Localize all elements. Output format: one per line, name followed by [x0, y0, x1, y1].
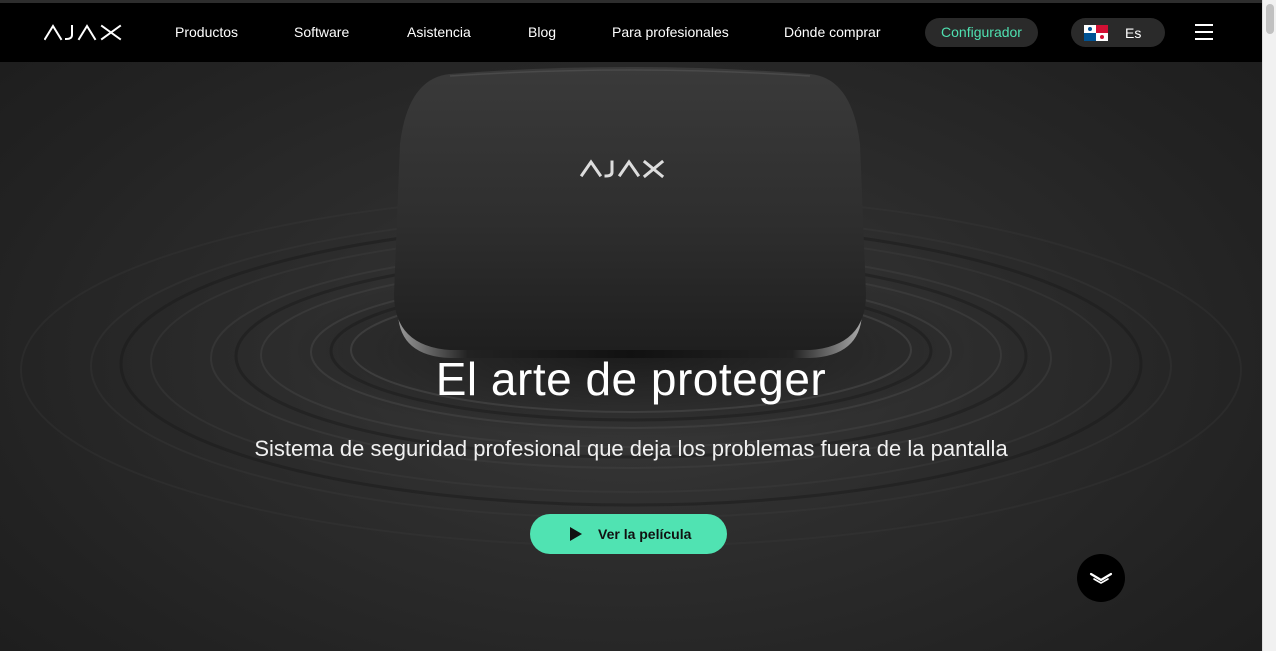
nav-item-blog[interactable]: Blog [528, 24, 556, 40]
vertical-scrollbar[interactable] [1262, 0, 1276, 651]
hero-title: El arte de proteger [435, 353, 827, 405]
scroll-down-button[interactable] [1077, 554, 1125, 602]
nav-item-productos[interactable]: Productos [175, 24, 238, 40]
page-viewport: Productos Software Asistencia Blog Para … [0, 0, 1262, 651]
navbar-top-border [0, 0, 1262, 3]
hub-device-image [394, 67, 866, 358]
chevron-down-icon [1089, 572, 1113, 584]
play-icon [570, 527, 582, 541]
configurator-button[interactable]: Configurador [925, 18, 1038, 47]
watch-film-label: Ver la película [598, 526, 692, 542]
ajax-logo[interactable] [44, 22, 122, 42]
panama-flag-icon [1084, 25, 1108, 41]
nav-item-software[interactable]: Software [294, 24, 349, 40]
scrollbar-thumb[interactable] [1266, 4, 1274, 34]
nav-item-asistencia[interactable]: Asistencia [407, 24, 471, 40]
watch-film-button[interactable]: Ver la película [530, 514, 727, 554]
nav-item-donde-comprar[interactable]: Dónde comprar [784, 24, 881, 40]
top-navigation: Productos Software Asistencia Blog Para … [0, 0, 1262, 62]
language-selector[interactable]: Es [1071, 18, 1165, 47]
nav-item-para-profesionales[interactable]: Para profesionales [612, 24, 729, 40]
hamburger-menu-icon[interactable] [1195, 24, 1215, 42]
hero-subtitle: Sistema de seguridad profesional que dej… [254, 436, 1008, 461]
language-label: Es [1125, 25, 1142, 41]
